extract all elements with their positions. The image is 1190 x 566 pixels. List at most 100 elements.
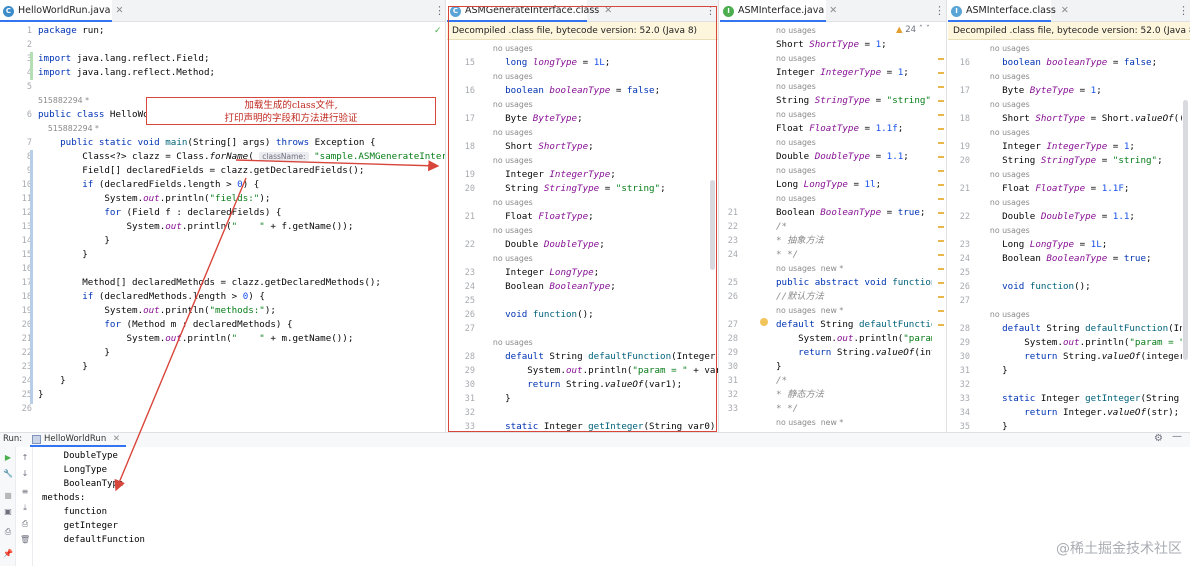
code-line: /* — [776, 221, 788, 232]
warning-stripe-mark[interactable] — [938, 212, 944, 214]
close-icon[interactable]: ✕ — [829, 5, 837, 16]
rerun-icon[interactable]: ▶ — [3, 453, 13, 463]
interface-file-icon: I — [723, 6, 734, 17]
code-line: Short ShortType; — [483, 141, 594, 152]
editor-helloworldrun[interactable]: C HelloWorldRun.java✕ ⋮ 1234567891011121… — [0, 0, 445, 432]
warning-stripe-mark[interactable] — [938, 226, 944, 228]
code-usage-hint[interactable]: no usages — [980, 308, 1030, 322]
code-usage-hint[interactable]: no usages — [980, 126, 1030, 140]
stop-icon[interactable]: ■ — [3, 491, 13, 501]
close-icon[interactable]: ✕ — [113, 434, 120, 444]
run-tool-window[interactable]: Run: HelloWorldRun ✕ ⚙ — ▶ 🔧 ■ ▣ ⎙ 📌 ↑ ↓… — [0, 431, 1190, 566]
code-usage-hint[interactable]: no usages — [483, 252, 533, 266]
arrow-up-icon[interactable]: ↑ — [20, 453, 30, 463]
code-area[interactable]: no usages Short ShortType = 1; no usages In… — [776, 22, 932, 432]
warning-stripe-mark[interactable] — [938, 184, 944, 186]
code-usage-hint[interactable]: no usages — [776, 192, 816, 206]
code-area[interactable]: no usages long longType = 1L; no usages … — [483, 40, 718, 432]
code-usage-hint[interactable]: no usages — [483, 336, 533, 350]
printer-icon[interactable]: ⎙ — [20, 519, 30, 529]
editor-asminterface-java[interactable]: I ASMInterface.java ✕ ⋮ ▲ 24 ˆ ˇ 21 22 23 24… — [720, 0, 946, 432]
scroll-to-end-icon[interactable]: ⤓ — [20, 503, 30, 513]
warning-stripe-mark[interactable] — [938, 72, 944, 74]
close-icon[interactable]: ✕ — [115, 5, 123, 16]
code-line: import java.lang.reflect.Field; — [38, 53, 210, 64]
line-number: 8 — [0, 150, 32, 164]
code-usage-hint[interactable]: no usages — [980, 42, 1030, 56]
code-usage-hint[interactable]: no usages — [980, 70, 1030, 84]
line-number: 19 — [959, 142, 970, 152]
warning-stripe-mark[interactable] — [938, 100, 944, 102]
warning-stripe-mark[interactable] — [938, 310, 944, 312]
code-usage-hint[interactable]: no usages — [483, 154, 533, 168]
code-usage-hint[interactable]: no usages — [483, 224, 533, 238]
code-usage-hint[interactable]: no usages — [980, 168, 1030, 182]
code-usage-hint[interactable]: 515882294 * — [38, 94, 89, 108]
more-icon[interactable]: ⋮ — [934, 0, 945, 22]
warning-stripe-mark[interactable] — [938, 254, 944, 256]
layout-icon[interactable]: ▣ — [3, 507, 13, 517]
more-icon[interactable]: ⋮ — [705, 0, 716, 22]
warning-stripe-mark[interactable] — [938, 58, 944, 60]
more-icon[interactable]: ⋮ — [434, 0, 445, 22]
wrench-icon[interactable]: 🔧 — [3, 469, 13, 479]
soft-wrap-icon[interactable]: ≡ — [20, 487, 30, 497]
tab-asminterface-java[interactable]: I ASMInterface.java ✕ — [720, 0, 837, 22]
warning-stripe-mark[interactable] — [938, 282, 944, 284]
warning-stripe-mark[interactable] — [938, 296, 944, 298]
settings-gear-icon[interactable]: ⚙ — [1154, 433, 1163, 444]
tab-helloworldrun[interactable]: C HelloWorldRun.java ✕ — [0, 0, 123, 22]
pin-icon[interactable]: 📌 — [3, 549, 13, 559]
warning-stripe-mark[interactable] — [938, 86, 944, 88]
code-usage-hint[interactable]: no usages — [980, 98, 1030, 112]
code-usage-hint[interactable]: no usages — [776, 136, 816, 150]
warning-stripe-mark[interactable] — [938, 156, 944, 158]
arrow-down-icon[interactable]: ↓ — [20, 469, 30, 479]
tab-label: ASMGenerateInterface.class — [465, 5, 600, 16]
code-line: } — [38, 361, 88, 372]
warning-stripe-mark[interactable] — [938, 240, 944, 242]
minimize-icon[interactable]: — — [1172, 431, 1182, 442]
code-usage-hint[interactable]: no usages — [776, 80, 816, 94]
trash-icon[interactable]: 🗑 — [20, 535, 30, 545]
scrollbar[interactable] — [1183, 100, 1188, 360]
tab-asmgenerateinterface[interactable]: C ASMGenerateInterface.class ✕ — [447, 0, 612, 22]
code-usage-hint[interactable]: no usages — [483, 196, 533, 210]
code-usage-hint[interactable]: no usages — [483, 70, 533, 84]
code-area[interactable]: no usages boolean booleanType = false; n… — [980, 40, 1182, 432]
warning-stripe-mark[interactable] — [938, 142, 944, 144]
line-number: 6 — [26, 110, 32, 120]
code-usage-hint[interactable]: no usages — [980, 196, 1030, 210]
code-usage-hint[interactable]: no usages — [776, 52, 816, 66]
code-usage-hint[interactable]: no usages — [776, 108, 816, 122]
code-usage-hint[interactable]: no usages new * — [776, 262, 843, 276]
warning-stripe-mark[interactable] — [938, 170, 944, 172]
code-usage-hint[interactable]: no usages — [776, 164, 816, 178]
code-usage-hint[interactable]: no usages new * — [776, 416, 843, 430]
warning-stripe-mark[interactable] — [938, 114, 944, 116]
code-usage-hint[interactable]: no usages — [483, 42, 533, 56]
more-icon[interactable]: ⋮ — [1178, 0, 1189, 22]
run-tab[interactable]: HelloWorldRun ✕ — [30, 433, 127, 447]
code-usage-hint[interactable]: no usages new * — [776, 304, 843, 318]
code-line: } — [38, 347, 110, 358]
warning-stripe-mark[interactable] — [938, 128, 944, 130]
editor-asmgenerateinterface[interactable]: C ASMGenerateInterface.class ✕ ⋮ Decompil… — [447, 0, 718, 432]
print-icon[interactable]: ⎙ — [3, 527, 13, 537]
code-area[interactable]: package run; import java.lang.reflect.Fie… — [38, 22, 445, 432]
intention-bulb-icon[interactable] — [760, 318, 768, 329]
scrollbar[interactable] — [710, 180, 715, 270]
close-icon[interactable]: ✕ — [604, 5, 612, 16]
code-usage-hint[interactable]: no usages — [483, 126, 533, 140]
warning-stripe-mark[interactable] — [938, 324, 944, 326]
tab-asminterface-class[interactable]: I ASMInterface.class ✕ — [948, 0, 1069, 22]
code-usage-hint[interactable]: 515882294 * — [38, 122, 99, 136]
code-usage-hint[interactable]: no usages — [483, 98, 533, 112]
warning-stripe-mark[interactable] — [938, 268, 944, 270]
editor-asminterface-class[interactable]: I ASMInterface.class ✕ ⋮ Decompiled .clas… — [948, 0, 1190, 432]
code-usage-hint[interactable]: no usages — [776, 24, 816, 38]
code-line: Double DoubleType; — [483, 239, 605, 250]
code-usage-hint[interactable]: no usages — [980, 224, 1030, 238]
close-icon[interactable]: ✕ — [1061, 5, 1069, 16]
warning-stripe-mark[interactable] — [938, 198, 944, 200]
